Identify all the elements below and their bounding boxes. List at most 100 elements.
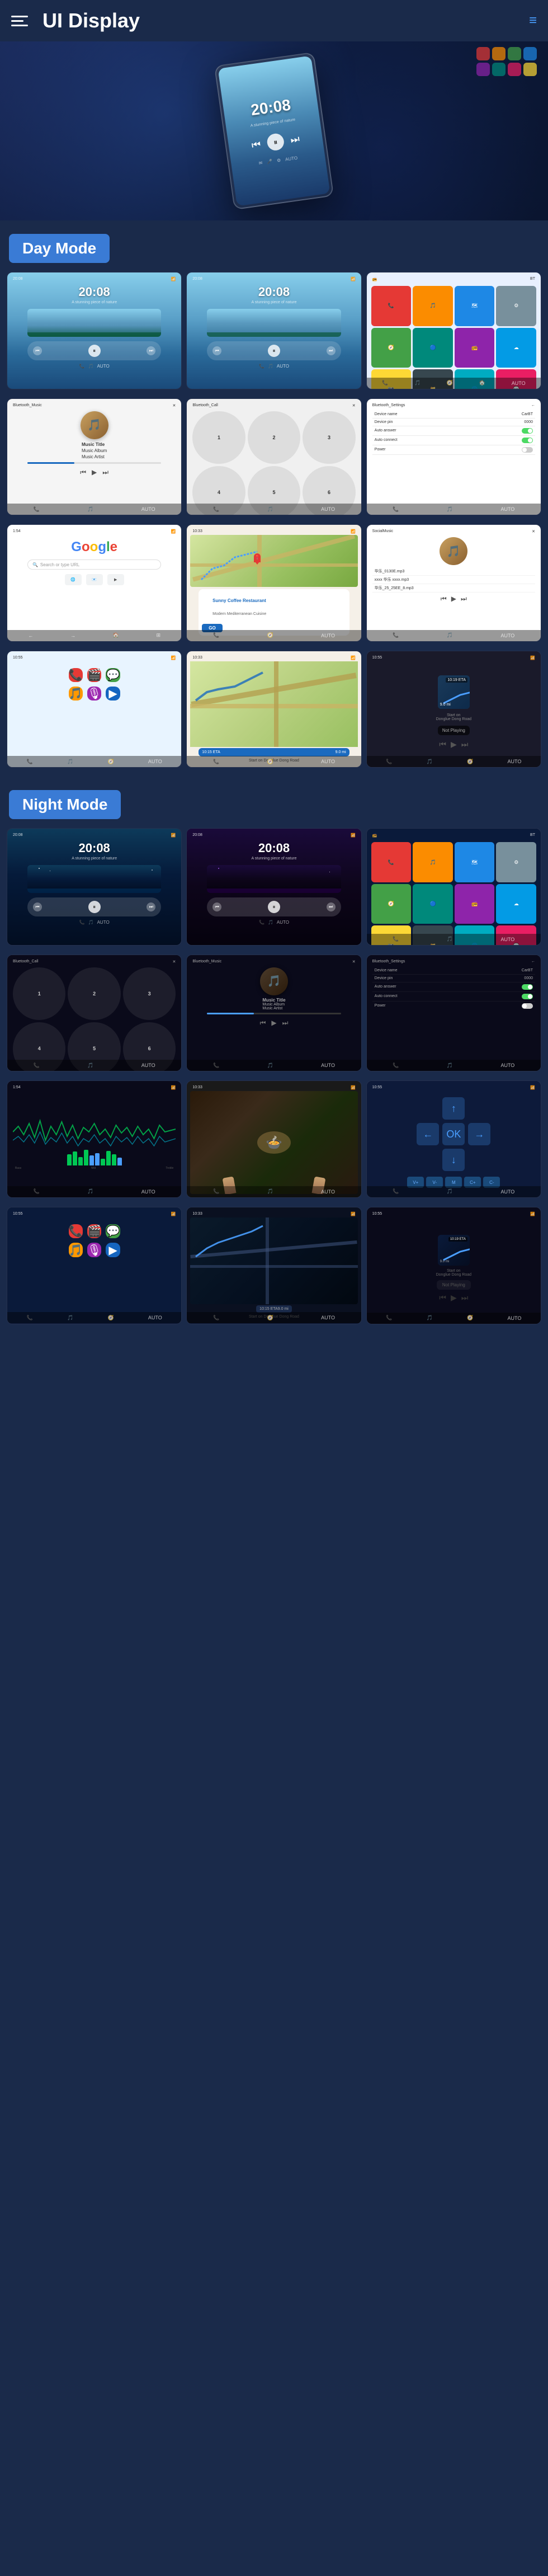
n3b-music[interactable]: 🎵 bbox=[447, 936, 453, 942]
play-button[interactable]: ⏸ bbox=[266, 133, 285, 152]
call-close[interactable]: ✕ bbox=[352, 403, 356, 408]
n1-next[interactable]: ⏭ bbox=[147, 902, 155, 911]
n-app-weather[interactable]: ☁ bbox=[496, 884, 536, 924]
settings-back[interactable]: ← bbox=[531, 403, 535, 407]
nd-3[interactable]: 3 bbox=[123, 967, 176, 1020]
shortcut-2[interactable]: 📧 bbox=[86, 574, 103, 585]
n2-play[interactable]: ⏸ bbox=[268, 901, 280, 913]
dial-3[interactable]: 3 bbox=[303, 411, 355, 464]
auto-connect-toggle[interactable] bbox=[522, 438, 533, 443]
bi-music[interactable]: 🎵 bbox=[414, 380, 421, 386]
menu-icon[interactable] bbox=[11, 10, 34, 32]
n-app-bt[interactable]: 🔵 bbox=[413, 884, 453, 924]
cp-play[interactable]: ▶ bbox=[451, 740, 457, 749]
nb-nav[interactable]: 🧭 bbox=[267, 759, 273, 765]
sb-phone[interactable]: 📞 bbox=[393, 506, 399, 513]
nah-video[interactable]: 🎬 bbox=[87, 1224, 101, 1238]
n-app-map[interactable]: 🗺 bbox=[455, 842, 495, 882]
nmb-music[interactable]: 🎵 bbox=[267, 1063, 273, 1069]
prev-ctrl[interactable]: ⏮ bbox=[80, 468, 86, 477]
mic-icon-1[interactable]: 🎵 bbox=[88, 364, 94, 369]
nahb-nav[interactable]: 🧭 bbox=[107, 1315, 114, 1321]
app-nav[interactable]: 🧭 bbox=[371, 328, 412, 368]
app-radio[interactable]: 📻 bbox=[455, 328, 495, 368]
ah-music[interactable]: 🎵 bbox=[67, 759, 73, 765]
next-ctrl[interactable]: ⏭ bbox=[102, 468, 108, 477]
play-ctrl[interactable]: ▶ bbox=[92, 468, 97, 477]
app-podcast[interactable]: 🎙 bbox=[87, 687, 101, 701]
app-video[interactable]: 🎬 bbox=[87, 668, 101, 682]
n2-tel[interactable]: 📞 bbox=[259, 920, 264, 925]
prev-icon[interactable]: ⏮ bbox=[251, 138, 262, 151]
nm-play[interactable]: ▶ bbox=[271, 1019, 276, 1027]
settings-icon[interactable]: ⚙ bbox=[277, 158, 281, 163]
gb-back[interactable]: ← bbox=[28, 633, 33, 638]
bi-nav[interactable]: 🧭 bbox=[447, 380, 453, 386]
nsb-music[interactable]: 🎵 bbox=[447, 1063, 453, 1069]
nc2b-phone[interactable]: 📞 bbox=[393, 1188, 399, 1195]
nav-ok[interactable]: OK bbox=[442, 1123, 465, 1145]
bt-close[interactable]: ✕ bbox=[172, 403, 176, 408]
n2-prev[interactable]: ⏮ bbox=[212, 902, 221, 911]
cpb-music[interactable]: 🎵 bbox=[427, 759, 433, 765]
app-msg[interactable]: 💬 bbox=[106, 668, 120, 682]
bm-phone[interactable]: 📞 bbox=[34, 506, 40, 513]
app-settings[interactable]: ⚙ bbox=[496, 286, 536, 326]
email-icon[interactable]: ✉ bbox=[258, 160, 263, 166]
s-play[interactable]: ▶ bbox=[451, 595, 456, 603]
n-app-radio[interactable]: 📻 bbox=[455, 884, 495, 924]
mb-phone[interactable]: 📞 bbox=[213, 632, 219, 638]
play-btn-2[interactable]: ⏸ bbox=[268, 345, 280, 357]
nd-1[interactable]: 1 bbox=[13, 967, 65, 1020]
auto-answer-toggle[interactable] bbox=[522, 428, 533, 434]
nm-close[interactable]: ✕ bbox=[352, 960, 356, 964]
nah-phone[interactable]: 📞 bbox=[69, 1224, 83, 1238]
power-toggle[interactable] bbox=[522, 447, 533, 453]
nmb-phone[interactable]: 📞 bbox=[213, 1063, 219, 1069]
app-bt[interactable]: 🔵 bbox=[413, 328, 453, 368]
n1-prev[interactable]: ⏮ bbox=[33, 902, 42, 911]
track-item-2[interactable]: xxxx 华乐 xxxx.mp3 bbox=[372, 576, 535, 584]
dial-2[interactable]: 2 bbox=[248, 411, 300, 464]
app-weather[interactable]: ☁ bbox=[496, 328, 536, 368]
mb-nav[interactable]: 🧭 bbox=[267, 632, 273, 638]
eqb-phone[interactable]: 📞 bbox=[34, 1188, 40, 1195]
app-music[interactable]: 🎵 bbox=[413, 286, 453, 326]
ns-aa-toggle[interactable] bbox=[522, 984, 533, 990]
ncp-prev[interactable]: ⏮ bbox=[439, 1293, 446, 1303]
ns-back[interactable]: ← bbox=[531, 960, 535, 963]
mic-icon[interactable]: 🎤 bbox=[267, 159, 273, 164]
nnb-phone[interactable]: 📞 bbox=[213, 1315, 219, 1321]
ncp-play[interactable]: ▶ bbox=[451, 1293, 457, 1303]
sob-music[interactable]: 🎵 bbox=[447, 632, 453, 638]
tel-icon-1[interactable]: 📞 bbox=[79, 364, 85, 369]
app-spotify[interactable]: 🎵 bbox=[69, 687, 83, 701]
nah-podcast[interactable]: 🎙 bbox=[87, 1243, 101, 1257]
app-yt[interactable]: ▶ bbox=[106, 687, 120, 701]
ncpb-nav[interactable]: 🧭 bbox=[467, 1315, 473, 1321]
ah-phone[interactable]: 📞 bbox=[27, 759, 33, 765]
nahb-music[interactable]: 🎵 bbox=[67, 1315, 73, 1321]
nav-left[interactable]: ← bbox=[417, 1123, 439, 1145]
ns-ac-toggle[interactable] bbox=[522, 994, 533, 999]
app-phone-main[interactable]: 📞 bbox=[69, 668, 83, 682]
mic-icon-2[interactable]: 🎵 bbox=[268, 364, 273, 369]
nah-yt[interactable]: ▶ bbox=[106, 1243, 120, 1257]
tel-icon-2[interactable]: 📞 bbox=[259, 364, 264, 369]
nsb-phone[interactable]: 📞 bbox=[393, 1063, 399, 1069]
nd-2[interactable]: 2 bbox=[68, 967, 120, 1020]
app-map[interactable]: 🗺 bbox=[455, 286, 495, 326]
next-btn-2[interactable]: ⏭ bbox=[327, 346, 336, 355]
cpb-phone[interactable]: 📞 bbox=[386, 759, 392, 765]
cp-next[interactable]: ⏭ bbox=[461, 740, 469, 749]
nah-music[interactable]: 🎵 bbox=[69, 1243, 83, 1257]
nb-phone[interactable]: 📞 bbox=[213, 759, 219, 765]
nav-right[interactable]: → bbox=[468, 1123, 490, 1145]
prev-btn-1[interactable]: ⏮ bbox=[33, 346, 42, 355]
n2-next[interactable]: ⏭ bbox=[327, 902, 336, 911]
soc-close[interactable]: ✕ bbox=[532, 529, 535, 534]
cb-phone[interactable]: 📞 bbox=[213, 506, 219, 513]
s-prev[interactable]: ⏮ bbox=[441, 595, 447, 603]
sb-music[interactable]: 🎵 bbox=[447, 506, 453, 513]
n1-tel[interactable]: 📞 bbox=[79, 920, 85, 925]
